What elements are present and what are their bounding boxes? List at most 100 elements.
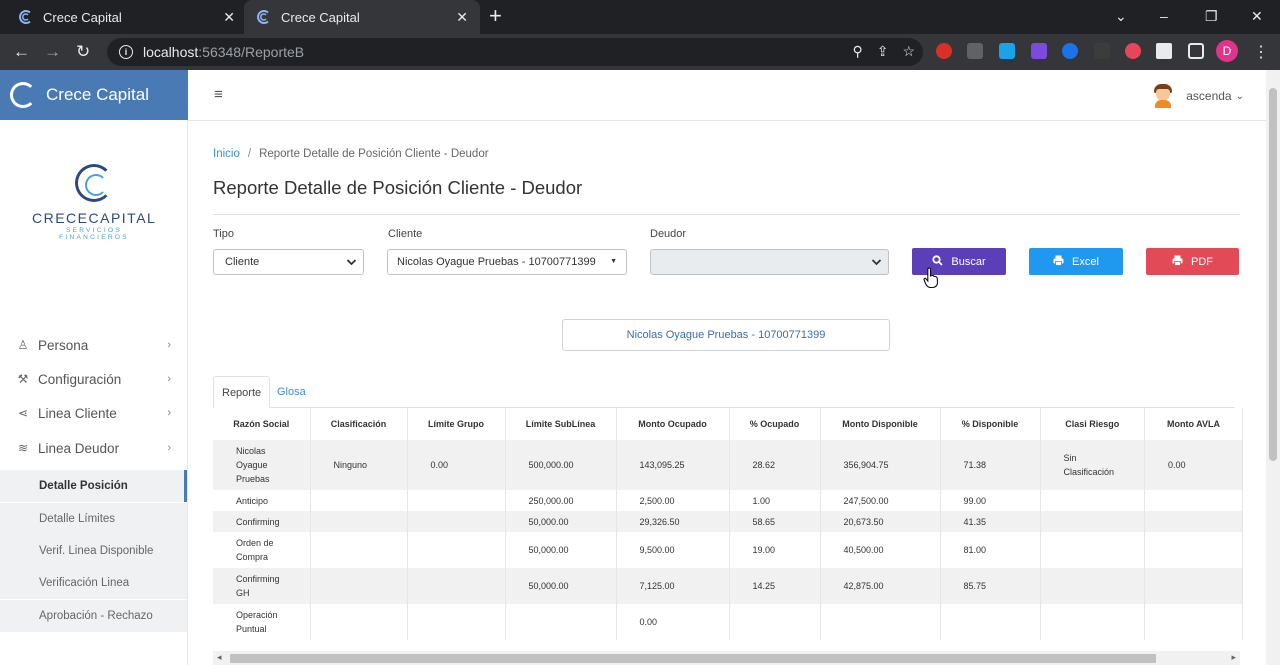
sidebar-item-configuraci-n[interactable]: ⚒ Configuración ›	[0, 362, 187, 396]
menu-toggle-icon[interactable]: ≡	[214, 86, 223, 103]
tab-reporte[interactable]: Reporte	[213, 376, 271, 409]
url-field[interactable]: i localhost:56348/ReporteB ⚲ ⇪ ☆	[107, 38, 923, 66]
table-cell: 250,000.00	[505, 490, 617, 511]
table-row[interactable]: Orden de Compra 50,000.00 9,500.00 19.00 40,…	[213, 532, 1244, 568]
hand-cursor-icon	[923, 267, 939, 294]
tab-search-icon[interactable]: ⌄	[1115, 8, 1127, 25]
table-cell: 41.35	[940, 511, 1041, 532]
username: ascenda	[1186, 89, 1232, 103]
reload-icon[interactable]: ↻	[76, 42, 90, 62]
browser-menu-icon[interactable]: ⋮	[1253, 42, 1269, 62]
info-icon[interactable]: i	[119, 45, 133, 59]
bookmark-star-icon[interactable]: ☆	[902, 43, 915, 60]
extension-icon[interactable]	[1062, 43, 1078, 59]
table-cell: Operación Puntual	[213, 604, 311, 640]
extension-icon[interactable]	[1125, 43, 1141, 59]
table-row[interactable]: Confirming 50,000.00 29,326.50 58.65 20,673.…	[213, 511, 1244, 532]
extension-icon[interactable]	[936, 43, 952, 59]
layers-icon: ≋	[17, 441, 29, 455]
close-tab-icon[interactable]: ✕	[223, 9, 235, 26]
extension-icon[interactable]	[1094, 43, 1110, 59]
table-row[interactable]: Operación Puntual 0.00	[213, 604, 1244, 640]
browser-tab-bar: Crece Capital ✕ Crece Capital ✕ + ⌄ – ❐ …	[0, 0, 1280, 34]
restore-icon[interactable]: ❐	[1205, 8, 1218, 25]
sidebar-item-linea-deudor[interactable]: ≋ Linea Deudor ›	[0, 431, 187, 465]
breadcrumb-home-link[interactable]: Inicio	[213, 148, 240, 160]
puzzle-icon[interactable]	[1156, 43, 1172, 59]
table-cell	[310, 511, 408, 532]
browser-tab[interactable]: Crece Capital ✕	[0, 0, 243, 34]
excel-button[interactable]: Excel	[1029, 248, 1123, 275]
table-cell: 247,500.00	[820, 490, 941, 511]
browser-tab-active[interactable]: Crece Capital ✕	[244, 0, 480, 34]
scroll-left-icon[interactable]: ◂	[217, 652, 222, 663]
back-icon[interactable]: ←	[13, 42, 30, 62]
table-cell	[407, 511, 506, 532]
table-row[interactable]: Anticipo 250,000.00 2,500.00 1.00 247,500.00…	[213, 490, 1244, 511]
column-header[interactable]: Clasificación	[310, 408, 408, 440]
column-header[interactable]: Clasi Riesgo	[1040, 408, 1146, 440]
table-cell	[1040, 604, 1146, 640]
report-tabs: Reporte Glosa	[213, 376, 1235, 409]
table-row[interactable]: Nicolas Oyague Pruebas Ninguno 0.00 500,000…	[213, 440, 1244, 490]
horizontal-scrollbar[interactable]: ◂ ▸	[213, 651, 1240, 665]
table-cell: 9,500.00	[616, 532, 730, 568]
sidebar-subitem[interactable]: Verificación Linea	[0, 567, 187, 599]
scroll-thumb[interactable]	[1269, 88, 1277, 461]
chevron-down-icon	[871, 255, 882, 272]
extension-icon[interactable]	[1031, 43, 1047, 59]
breadcrumb: Inicio / Reporte Detalle de Posición Clien…	[213, 148, 489, 160]
table-cell	[310, 604, 408, 640]
forward-icon[interactable]: →	[44, 42, 61, 62]
column-header[interactable]: % Disponible	[940, 408, 1041, 440]
sidebar-item-persona[interactable]: ♙ Persona ›	[0, 328, 187, 362]
column-header[interactable]: Monto Disponible	[820, 408, 941, 440]
chevron-right-icon: ›	[167, 339, 171, 351]
selected-client-box: Nicolas Oyague Pruebas - 10700771399	[562, 319, 890, 351]
chevron-down-icon: ⌄	[1235, 90, 1244, 102]
tipo-select[interactable]: Cliente	[213, 249, 364, 275]
column-header[interactable]: Límite SubLínea	[505, 408, 617, 440]
cliente-label: Cliente	[388, 228, 423, 240]
profile-avatar[interactable]: D	[1216, 40, 1238, 62]
tab-glosa[interactable]: Glosa	[269, 376, 314, 408]
cliente-select[interactable]: Nicolas Oyague Pruebas - 10700771399 ▼	[387, 249, 627, 275]
table-cell	[407, 490, 506, 511]
vertical-scrollbar[interactable]	[1266, 70, 1280, 665]
table-cell	[407, 604, 506, 640]
extension-icon[interactable]	[999, 43, 1015, 59]
brand-bar[interactable]: Crece Capital	[0, 70, 188, 120]
sidebar-item-linea-cliente[interactable]: ⋖ Linea Cliente ›	[0, 396, 187, 430]
table-cell: Confirming	[213, 511, 311, 532]
sidebar-subitem[interactable]: Detalle Posición	[0, 470, 187, 502]
scroll-thumb[interactable]	[230, 654, 1156, 663]
column-header[interactable]: Límite Grupo	[407, 408, 506, 440]
sidebar-item-label: Linea Cliente	[38, 405, 117, 421]
zoom-icon[interactable]: ⚲	[852, 43, 862, 60]
column-header[interactable]: Monto Ocupado	[616, 408, 730, 440]
user-menu[interactable]: ascenda ⌄	[1152, 84, 1244, 108]
minimize-icon[interactable]: –	[1160, 8, 1168, 24]
table-cell: 85.75	[940, 568, 1041, 604]
sidepanel-icon[interactable]	[1188, 43, 1204, 59]
column-header[interactable]: Razón Social	[213, 408, 311, 440]
close-window-icon[interactable]: ✕	[1251, 8, 1263, 25]
column-header[interactable]: Monto AVLA	[1144, 408, 1244, 440]
extension-icon[interactable]	[967, 43, 983, 59]
sidebar-subitem[interactable]: Detalle Límites	[0, 503, 187, 535]
table-cell: 28.62	[729, 440, 821, 490]
close-tab-icon[interactable]: ✕	[456, 9, 468, 26]
sidebar-subitem[interactable]: Aprobación - Rechazo	[0, 600, 187, 632]
table-row[interactable]: Confirming GH 50,000.00 7,125.00 14.25 42,87…	[213, 568, 1244, 604]
share-icon[interactable]: ⇪	[877, 43, 889, 60]
column-header[interactable]: % Ocupado	[729, 408, 821, 440]
new-tab-icon[interactable]: +	[489, 5, 502, 27]
scroll-right-icon[interactable]: ▸	[1231, 652, 1236, 663]
top-bar: ≡ ascenda ⌄	[188, 70, 1266, 121]
sidebar-subitem[interactable]: Verif. Linea Disponible	[0, 535, 187, 567]
table-cell	[310, 532, 408, 568]
tipo-label: Tipo	[213, 228, 234, 240]
deudor-select[interactable]	[650, 249, 889, 275]
table-cell: 50,000.00	[505, 568, 617, 604]
pdf-button[interactable]: PDF	[1146, 248, 1239, 275]
